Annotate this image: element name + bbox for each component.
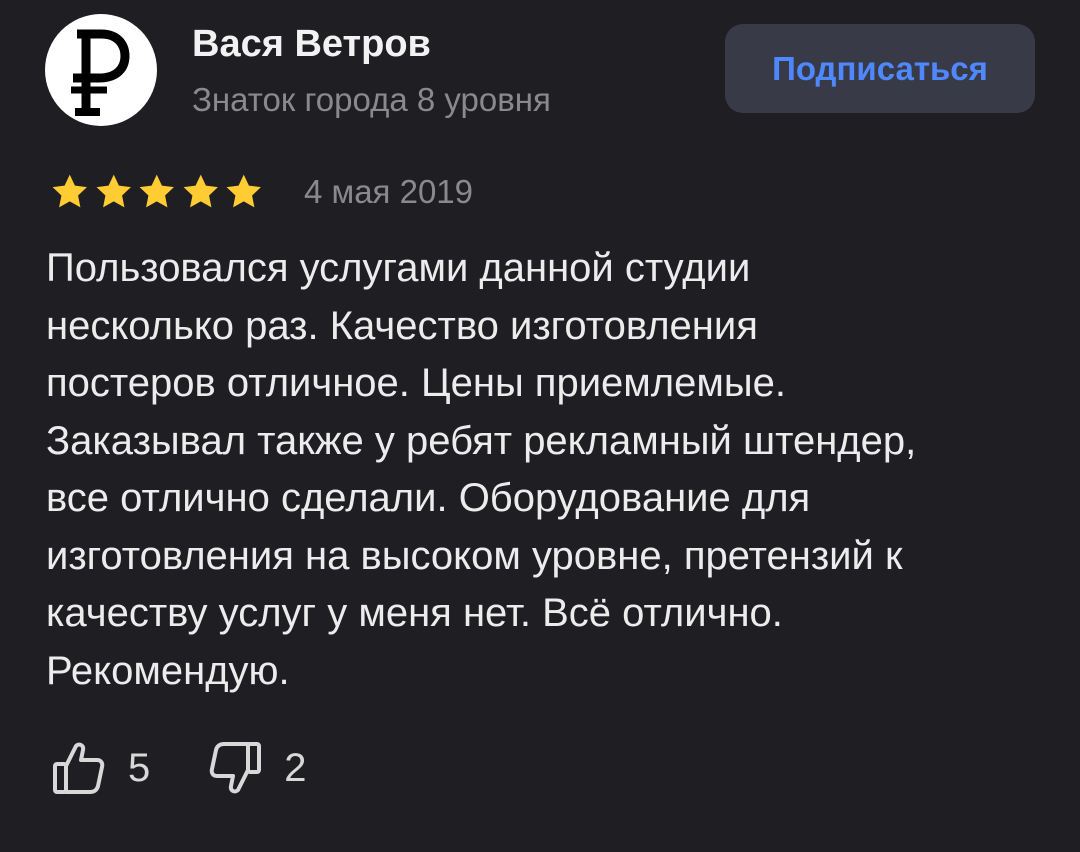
review-reactions: 5 2: [52, 740, 307, 796]
review-text-line: постеров отличное. Цены приемлемые.: [46, 361, 786, 405]
review-text-line: Пользовался услугами данной студии: [46, 246, 751, 290]
thumbs-up-icon: [53, 742, 105, 794]
star-icon: [226, 174, 261, 208]
author-name[interactable]: Вася Ветров: [192, 22, 431, 66]
dislike-count: 2: [284, 746, 307, 790]
rating-stars: [48, 172, 266, 212]
dislike-button[interactable]: 2: [208, 740, 307, 796]
star-icon: [139, 174, 174, 208]
review-text-line: Рекомендую.: [46, 648, 290, 693]
review-date: 4 мая 2019: [304, 173, 474, 210]
review-text-line: изготовления на высоком уровне, претензи…: [46, 533, 903, 578]
review-text-line: несколько раз. Качество изготовления: [46, 303, 758, 348]
star-icon: [96, 174, 131, 208]
star-icon: [52, 174, 87, 208]
author-level: Знаток города 8 уровня: [192, 81, 551, 118]
thumbs-down-icon: [210, 742, 262, 794]
review-text-line: качеству услуг у меня нет. Всё отлично.: [46, 591, 783, 635]
avatar[interactable]: [45, 14, 157, 126]
star-icon: [183, 174, 218, 208]
like-count: 5: [128, 746, 151, 790]
ruble-sign-icon: [71, 29, 130, 116]
subscribe-button[interactable]: Подписаться: [725, 24, 1035, 113]
like-button[interactable]: 5: [52, 740, 150, 796]
review-text-line: все отлично сделали. Оборудование для: [46, 476, 811, 520]
review-text-line: Заказывал также у ребят рекламный штенде…: [46, 418, 917, 463]
review-text: Пользовался услугами данной студии неско…: [46, 240, 1046, 700]
